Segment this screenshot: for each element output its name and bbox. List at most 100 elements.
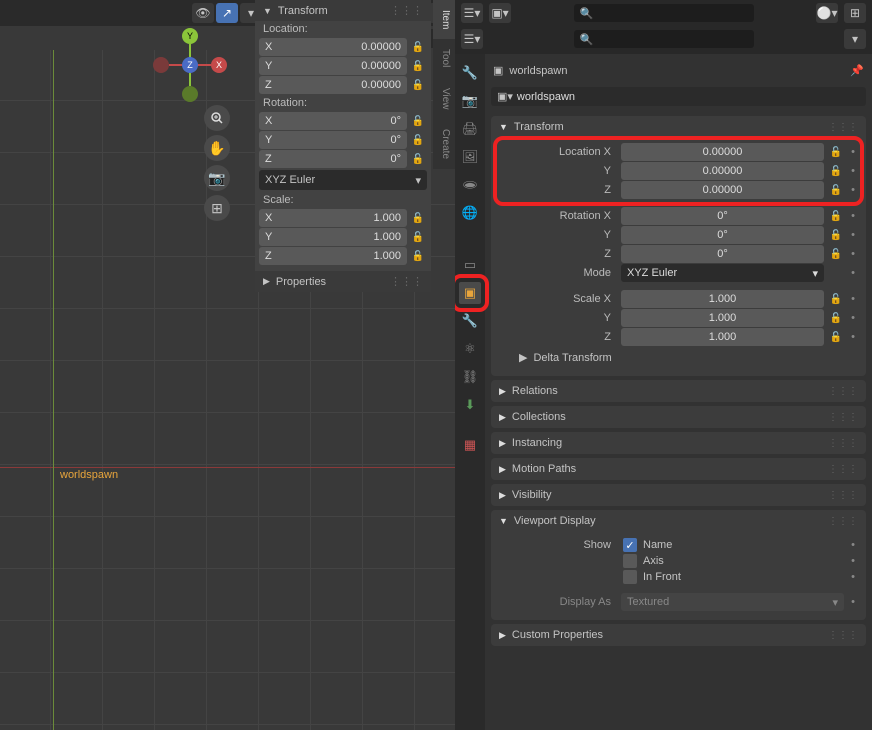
tab-constraints-icon[interactable]: ⛓ [459,366,481,388]
display-as-select[interactable]: Textured▾ [621,593,844,611]
anim-dot[interactable]: • [848,210,858,222]
panel-visibility-header[interactable]: ▶Visibility⋮⋮⋮ [491,484,866,506]
tab-scene-icon[interactable]: 🕳 [459,174,481,196]
n-panel-properties-header[interactable]: ▶ Properties ⋮⋮⋮ [255,271,431,292]
anim-dot[interactable]: • [848,229,858,241]
nav-gizmo[interactable]: X Y Z [155,30,225,100]
anim-dot[interactable]: • [848,293,858,305]
lock-icon[interactable]: 🔓 [828,226,844,244]
tab-output-icon[interactable]: 🖨 [459,118,481,140]
rotation-z-field[interactable]: Z0° [259,150,407,168]
show-infront-checkbox[interactable] [623,570,637,584]
scale-z-field[interactable]: Z1.000 [259,247,407,265]
scale-y-field[interactable]: 1.000 [621,309,824,327]
scale-z-field[interactable]: 1.000 [621,328,824,346]
anim-dot[interactable]: • [848,146,858,158]
object-name-field[interactable]: worldspawn [517,91,860,103]
scale-x-field[interactable]: X1.000 [259,209,407,227]
location-z-field[interactable]: Z0.00000 [259,76,407,94]
anim-dot[interactable]: • [848,165,858,177]
lock-icon[interactable]: 🔓 [409,112,427,130]
pin-icon[interactable]: 📌 [850,64,864,77]
anim-dot[interactable]: • [848,555,858,567]
lock-icon[interactable]: 🔓 [828,290,844,308]
tab-modifiers-icon[interactable]: 🔧 [459,310,481,332]
outliner-editor-icon[interactable]: ☰▾ [461,3,483,23]
lock-icon[interactable]: 🔓 [409,57,427,75]
rot-y-field[interactable]: 0° [621,226,824,244]
rot-x-field[interactable]: 0° [621,207,824,225]
new-collection-icon[interactable]: ⊞ [844,3,866,23]
tab-viewlayer-icon[interactable]: 🖼 [459,146,481,168]
anim-dot[interactable]: • [848,571,858,583]
lock-icon[interactable]: 🔓 [409,131,427,149]
loc-z-field[interactable]: 0.00000 [621,181,824,199]
panel-custom-properties-header[interactable]: ▶Custom Properties⋮⋮⋮ [491,624,866,646]
lock-icon[interactable]: 🔓 [409,150,427,168]
options-icon[interactable]: ▾ [844,29,866,49]
filter-icon[interactable]: ⚪▾ [816,3,838,23]
panel-collections-header[interactable]: ▶Collections⋮⋮⋮ [491,406,866,428]
gizmo-pos-x[interactable]: X [211,57,227,73]
anim-dot[interactable]: • [848,267,858,279]
rotation-x-field[interactable]: X0° [259,112,407,130]
tab-view[interactable]: View [433,78,455,120]
lock-icon[interactable]: 🔓 [828,309,844,327]
tab-world-icon[interactable]: 🌐 [459,202,481,224]
panel-delta-transform-header[interactable]: ▶ Delta Transform [499,347,858,368]
anim-dot[interactable]: • [848,184,858,196]
panel-relations-header[interactable]: ▶Relations⋮⋮⋮ [491,380,866,402]
gizmo-toggle-icon[interactable]: ↗ [216,3,238,23]
panel-viewport-display-header[interactable]: ▼Viewport Display⋮⋮⋮ [491,510,866,532]
tab-object-icon[interactable]: ▣ [459,282,481,304]
tab-data-icon[interactable]: ⬇ [459,394,481,416]
lock-icon[interactable]: 🔓 [828,245,844,263]
anim-dot[interactable]: • [848,248,858,260]
lock-icon[interactable]: 🔓 [409,247,427,265]
display-mode-icon[interactable]: ▣▾ [489,3,511,23]
lock-icon[interactable]: 🔓 [828,181,844,199]
lock-icon[interactable]: 🔓 [409,209,427,227]
gizmo-z[interactable]: Z [182,57,198,73]
gizmo-pos-y[interactable]: Y [182,28,198,44]
scale-y-field[interactable]: Y1.000 [259,228,407,246]
lock-icon[interactable]: 🔓 [828,207,844,225]
anim-dot[interactable]: • [848,331,858,343]
outliner-search[interactable]: 🔍 [574,4,754,22]
location-x-field[interactable]: X0.00000 [259,38,407,56]
anim-dot[interactable]: • [848,312,858,324]
lock-icon[interactable]: 🔓 [828,162,844,180]
anim-dot[interactable]: • [848,539,858,551]
tab-tool[interactable]: Tool [433,39,455,77]
show-axis-checkbox[interactable] [623,554,637,568]
loc-x-field[interactable]: 0.00000 [621,143,824,161]
properties-search[interactable]: 🔍 [574,30,754,48]
tab-render-icon[interactable]: 📷 [459,90,481,112]
lock-icon[interactable]: 🔓 [828,328,844,346]
tab-physics-icon[interactable]: ⚛ [459,338,481,360]
lock-icon[interactable]: 🔓 [409,38,427,56]
pan-icon[interactable]: ✋ [204,135,230,161]
visibility-icon[interactable]: 👁 [192,3,214,23]
persp-ortho-icon[interactable]: ⊞ [204,195,230,221]
tab-item[interactable]: Item [433,0,455,39]
scale-x-field[interactable]: 1.000 [621,290,824,308]
location-y-field[interactable]: Y0.00000 [259,57,407,75]
panel-instancing-header[interactable]: ▶Instancing⋮⋮⋮ [491,432,866,454]
lock-icon[interactable]: 🔓 [828,143,844,161]
lock-icon[interactable]: 🔓 [409,228,427,246]
rotation-y-field[interactable]: Y0° [259,131,407,149]
show-name-checkbox[interactable]: ✓ [623,538,637,552]
loc-y-field[interactable]: 0.00000 [621,162,824,180]
n-panel-transform-header[interactable]: ▼ Transform ⋮⋮⋮ [255,0,431,21]
gizmo-neg-y[interactable] [182,86,198,102]
anim-dot[interactable]: • [848,596,858,608]
lock-icon[interactable]: 🔓 [409,76,427,94]
gizmo-neg-x[interactable] [153,57,169,73]
rot-z-field[interactable]: 0° [621,245,824,263]
zoom-icon[interactable] [204,105,230,131]
panel-motion-paths-header[interactable]: ▶Motion Paths⋮⋮⋮ [491,458,866,480]
tab-create[interactable]: Create [433,119,455,169]
mode-select[interactable]: XYZ Euler▾ [621,264,824,282]
tab-texture-icon[interactable]: ▦ [459,434,481,456]
